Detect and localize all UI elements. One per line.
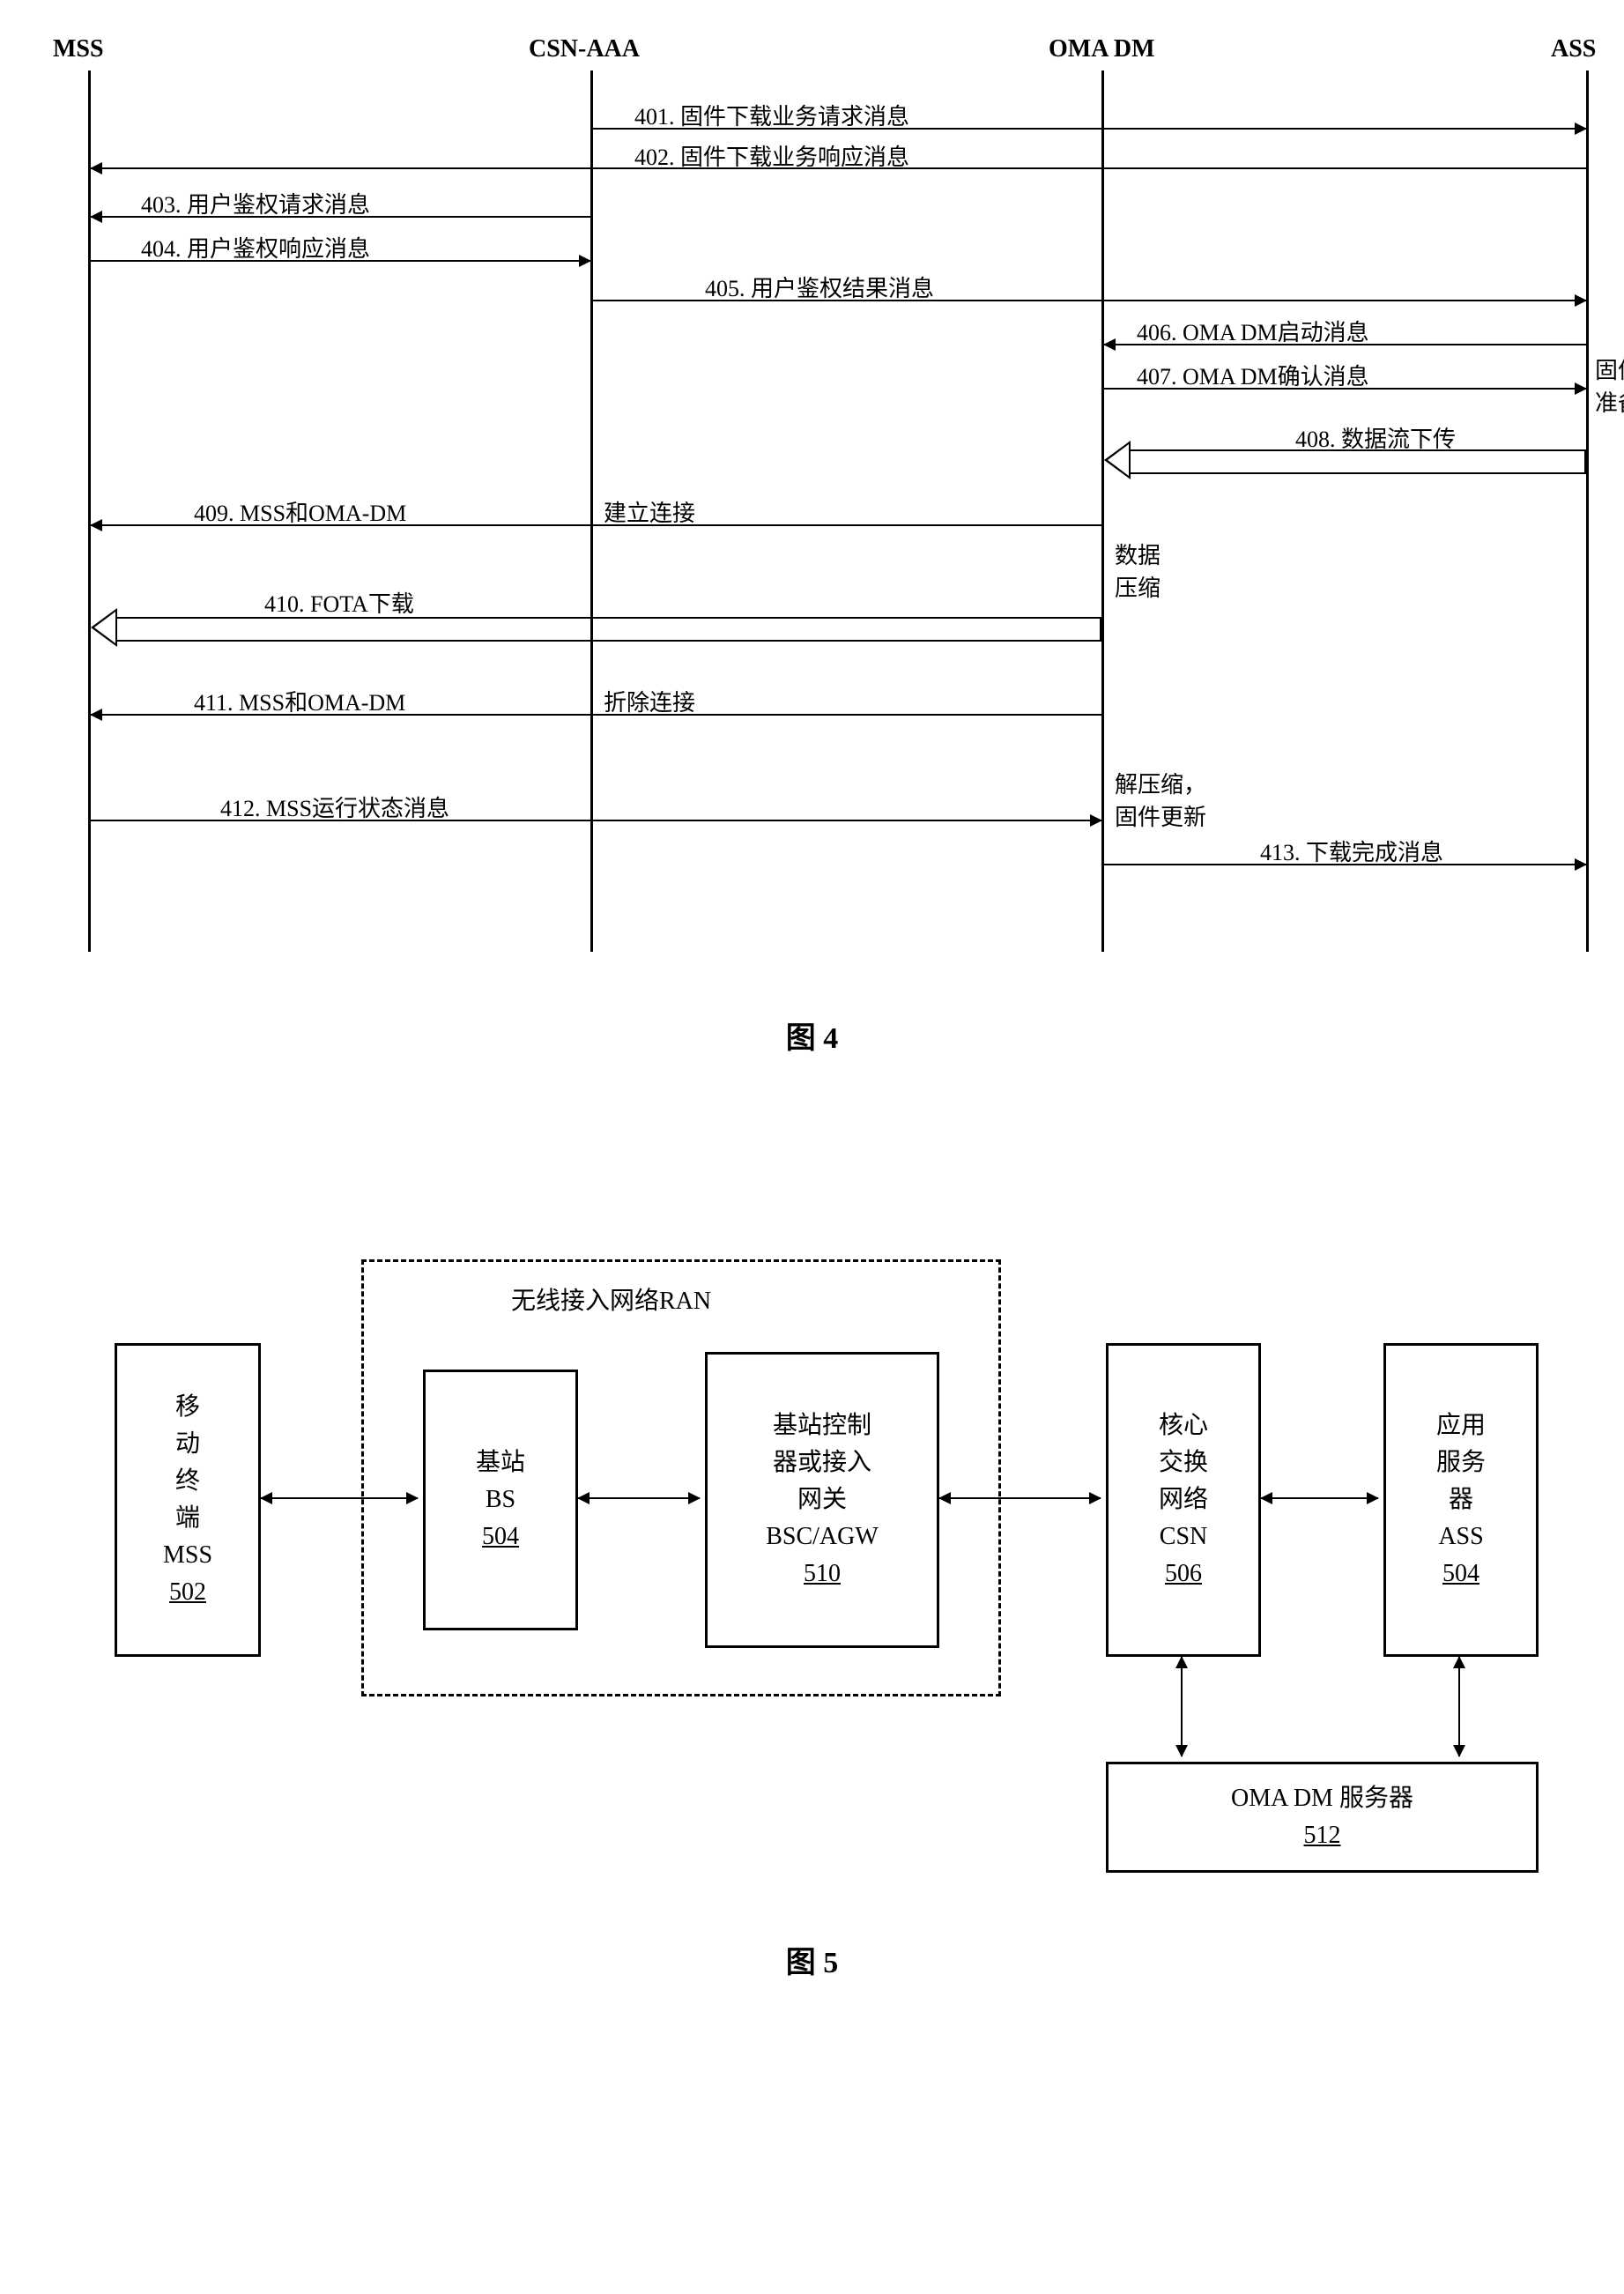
box-bsc-l0: 基站控制 <box>708 1407 937 1444</box>
msg-412: 412. MSS运行状态消息 <box>220 791 449 823</box>
arrow-410-hollow <box>91 617 1101 638</box>
msg-407: 407. OMA DM确认消息 <box>1137 359 1369 391</box>
box-mss-l0: 移 <box>117 1389 258 1426</box>
participant-oma: OMA DM <box>1049 35 1155 63</box>
ran-label: 无线接入网络RAN <box>511 1281 711 1317</box>
box-bs: 基站 BS 504 <box>423 1370 578 1630</box>
box-bs-l0: 基站 <box>426 1444 575 1481</box>
box-mss-l3: 端 <box>117 1500 258 1537</box>
figure-5-caption: 图 5 <box>35 1938 1589 1981</box>
box-ass-l2: 器 <box>1386 1481 1536 1518</box>
msg-405: 405. 用户鉴权结果消息 <box>705 271 934 303</box>
box-bsc-id: 510 <box>708 1555 937 1592</box>
lifeline-ass <box>1586 71 1589 952</box>
box-csn-l1: 交换 <box>1109 1444 1258 1481</box>
box-ass: 应用 服务 器 ASS 504 <box>1383 1343 1539 1657</box>
msg-404: 404. 用户鉴权响应消息 <box>141 231 370 264</box>
box-oma-l0: OMA DM 服务器 <box>1109 1780 1536 1817</box>
participant-csn: CSN-AAA <box>529 35 640 63</box>
msg-411a: 411. MSS和OMA-DM <box>194 685 405 717</box>
figure-4-sequence-diagram: MSS CSN-AAA OMA DM ASS 401. 固件下载业务请求消息 4… <box>88 35 1536 987</box>
box-ass-l3: ASS <box>1386 1518 1536 1555</box>
box-csn-l0: 核心 <box>1109 1407 1258 1444</box>
box-csn-id: 506 <box>1109 1555 1258 1592</box>
participant-mss: MSS <box>53 35 104 63</box>
msg-403: 403. 用户鉴权请求消息 <box>141 187 370 219</box>
figure-4-caption: 图 4 <box>35 1013 1589 1057</box>
figure-5-block-diagram: 无线接入网络RAN 移 动 终 端 MSS 502 基站 BS 504 基站控制… <box>88 1242 1536 1912</box>
box-bsc-l3: BSC/AGW <box>708 1518 937 1555</box>
msg-401: 401. 固件下载业务请求消息 <box>634 99 909 131</box>
note-firmware-prepare: 固件 准备 <box>1595 353 1624 418</box>
note-decompress: 解压缩， 固件更新 <box>1115 767 1206 832</box>
msg-408: 408. 数据流下传 <box>1295 421 1456 454</box>
box-oma-id: 512 <box>1109 1817 1536 1854</box>
box-mss-l2: 终 <box>117 1463 258 1500</box>
box-bsc: 基站控制 器或接入 网关 BSC/AGW 510 <box>705 1352 939 1648</box>
box-mss: 移 动 终 端 MSS 502 <box>115 1343 261 1657</box>
msg-413: 413. 下载完成消息 <box>1260 835 1443 867</box>
box-mss-id: 502 <box>117 1574 258 1611</box>
arrow-mss-bs <box>261 1497 418 1499</box>
box-mss-l4: MSS <box>117 1537 258 1574</box>
participant-ass: ASS <box>1551 35 1596 63</box>
box-ass-id: 504 <box>1386 1555 1536 1592</box>
arrow-csn-oma <box>1181 1657 1183 1756</box>
box-ass-l0: 应用 <box>1386 1407 1536 1444</box>
msg-406: 406. OMA DM启动消息 <box>1137 315 1369 347</box>
box-ass-l1: 服务 <box>1386 1444 1536 1481</box>
msg-409a: 409. MSS和OMA-DM <box>194 495 406 528</box>
msg-409b: 建立连接 <box>604 495 695 528</box>
arrow-csn-ass <box>1261 1497 1378 1499</box>
box-mss-l1: 动 <box>117 1426 258 1463</box>
box-oma: OMA DM 服务器 512 <box>1106 1762 1539 1873</box>
arrow-bsc-csn <box>939 1497 1101 1499</box>
box-csn-l3: CSN <box>1109 1518 1258 1555</box>
note-data-compress: 数据 压缩 <box>1115 538 1161 603</box>
msg-410: 410. FOTA下载 <box>264 586 414 619</box>
box-bs-id: 504 <box>426 1518 575 1555</box>
msg-411b: 折除连接 <box>604 685 695 717</box>
arrow-ass-oma <box>1458 1657 1460 1756</box>
box-csn: 核心 交换 网络 CSN 506 <box>1106 1343 1261 1657</box>
msg-402: 402. 固件下载业务响应消息 <box>634 139 909 172</box>
arrow-bs-bsc <box>578 1497 700 1499</box>
box-csn-l2: 网络 <box>1109 1481 1258 1518</box>
box-bsc-l2: 网关 <box>708 1481 937 1518</box>
box-bs-l1: BS <box>426 1481 575 1518</box>
box-bsc-l1: 器或接入 <box>708 1444 937 1481</box>
